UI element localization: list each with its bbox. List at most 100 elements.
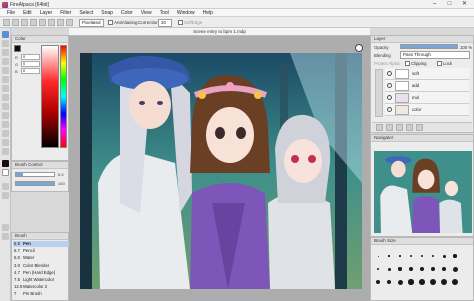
- layer-row[interactable]: add: [385, 80, 469, 92]
- menu-snap[interactable]: Snap: [97, 9, 117, 16]
- brush-size-slider[interactable]: [15, 172, 55, 177]
- navigator-icon[interactable]: [2, 233, 9, 240]
- eye-icon[interactable]: [387, 95, 392, 100]
- select-eraser-icon[interactable]: [2, 121, 9, 128]
- brush-size-dot[interactable]: [452, 279, 458, 285]
- brush-item[interactable]: 12.5Watercolor 2: [13, 284, 69, 290]
- menu-edit[interactable]: Edit: [19, 9, 36, 16]
- brush-size-dot[interactable]: [408, 279, 414, 285]
- foreground-color-swatch[interactable]: [2, 160, 9, 167]
- snap-icon[interactable]: [21, 19, 28, 26]
- dot-tool-icon[interactable]: [2, 49, 9, 56]
- layer-row[interactable]: mul: [385, 92, 469, 104]
- canvas-artwork[interactable]: [80, 53, 362, 289]
- interpolation-select[interactable]: Pixelated: [79, 18, 104, 27]
- brush-size-dot[interactable]: [430, 279, 436, 285]
- menu-view[interactable]: View: [137, 9, 156, 16]
- minimize-button[interactable]: –: [427, 0, 442, 9]
- brush-item[interactable]: 4.7 Pen (Hard Edge): [13, 270, 69, 276]
- eyedropper-icon[interactable]: [2, 139, 9, 146]
- layer-opacity-slider[interactable]: [400, 44, 458, 49]
- canvas-tab[interactable]: Scene entry to bpm 1.mdp: [69, 28, 370, 36]
- correction-select[interactable]: 20: [158, 18, 172, 27]
- eraser-tool-icon[interactable]: [2, 40, 9, 47]
- lock-checkbox[interactable]: [437, 61, 442, 66]
- magic-wand-icon[interactable]: [2, 103, 9, 110]
- brush-item[interactable]: 6.5 Pen: [13, 241, 69, 247]
- grid-icon[interactable]: [39, 19, 46, 26]
- current-color-swatch[interactable]: [14, 45, 21, 52]
- brush-size-dot[interactable]: [377, 255, 379, 257]
- hue-slider[interactable]: [60, 45, 67, 148]
- brush-opacity-slider[interactable]: [15, 181, 55, 186]
- brush-tool-icon[interactable]: [3, 19, 10, 26]
- brush-size-dot[interactable]: [452, 266, 458, 272]
- hand-tool-icon[interactable]: [2, 148, 9, 155]
- navigator-preview[interactable]: [374, 151, 472, 233]
- r-field[interactable]: 0: [21, 54, 40, 60]
- brush-size-dot[interactable]: [453, 254, 457, 258]
- new-folder-icon[interactable]: [386, 124, 393, 131]
- brush-size-dot[interactable]: [419, 279, 425, 285]
- menu-select[interactable]: Select: [75, 9, 97, 16]
- eye-icon[interactable]: [387, 83, 392, 88]
- menu-filter[interactable]: Filter: [56, 9, 75, 16]
- blending-select[interactable]: Pass Through: [400, 51, 470, 59]
- fill-tool-icon[interactable]: [2, 67, 9, 74]
- eye-icon[interactable]: [387, 71, 392, 76]
- layer-row[interactable]: color: [385, 104, 469, 116]
- brush-item[interactable]: 3.0 Color Blender: [13, 263, 69, 269]
- close-button[interactable]: ✕: [457, 0, 472, 9]
- eye-icon[interactable]: [387, 107, 392, 112]
- menu-layer[interactable]: Layer: [36, 9, 57, 16]
- fill-tool-icon[interactable]: [12, 19, 19, 26]
- brush-size-dot[interactable]: [441, 279, 447, 285]
- rotate-view-icon[interactable]: [355, 44, 363, 52]
- stroke-icon[interactable]: [30, 19, 37, 26]
- b-field[interactable]: 0: [21, 68, 40, 74]
- gradient-tool-icon[interactable]: [2, 76, 9, 83]
- selfedge-checkbox[interactable]: [178, 20, 183, 25]
- delete-layer-icon[interactable]: [416, 124, 423, 131]
- merge-layer-icon[interactable]: [406, 124, 413, 131]
- symmetry-icon[interactable]: [66, 19, 73, 26]
- brush-size-dot[interactable]: [399, 255, 401, 257]
- layer-list-icon[interactable]: [2, 192, 9, 199]
- select-pen-icon[interactable]: [2, 112, 9, 119]
- menu-file[interactable]: File: [3, 9, 19, 16]
- brush-size-dot[interactable]: [398, 267, 402, 271]
- maximize-button[interactable]: □: [442, 0, 457, 9]
- g-field[interactable]: 0: [21, 61, 40, 67]
- select-tool-icon[interactable]: [2, 85, 9, 92]
- material-icon[interactable]: [2, 224, 9, 231]
- layer-row[interactable]: soft: [385, 68, 469, 80]
- brush-size-dot[interactable]: [387, 267, 391, 271]
- menu-help[interactable]: Help: [199, 9, 217, 16]
- menu-color[interactable]: Color: [117, 9, 137, 16]
- antialias-checkbox[interactable]: [108, 20, 113, 25]
- duplicate-layer-icon[interactable]: [396, 124, 403, 131]
- background-color-swatch[interactable]: [2, 169, 9, 176]
- text-tool-icon[interactable]: [2, 130, 9, 137]
- menu-window[interactable]: Window: [173, 9, 199, 16]
- brush-item[interactable]: 7.5 Light Watercolor: [13, 277, 69, 283]
- color-saturation-picker[interactable]: [41, 45, 59, 148]
- brush-size-dot[interactable]: [442, 254, 446, 258]
- brush-size-dot[interactable]: [409, 267, 413, 271]
- brush-tool-icon[interactable]: [2, 31, 9, 38]
- move-tool-icon[interactable]: [2, 58, 9, 65]
- lasso-tool-icon[interactable]: [2, 94, 9, 101]
- brush-size-dot[interactable]: [397, 279, 403, 285]
- menu-tool[interactable]: Tool: [156, 9, 173, 16]
- clipping-checkbox[interactable]: [405, 61, 410, 66]
- brush-item[interactable]: 5.7 Pencil: [13, 248, 69, 254]
- brush-size-dot[interactable]: [410, 255, 412, 257]
- ruler-icon[interactable]: [48, 19, 55, 26]
- brush-list-icon[interactable]: [2, 183, 9, 190]
- brush-item[interactable]: 7 Pin Brush: [13, 291, 69, 297]
- brush-size-dot[interactable]: [388, 255, 390, 257]
- new-layer-icon[interactable]: [376, 124, 383, 131]
- brush-size-dot[interactable]: [420, 267, 424, 271]
- brush-item[interactable]: 5.0 Water: [13, 255, 69, 261]
- perspective-icon[interactable]: [57, 19, 64, 26]
